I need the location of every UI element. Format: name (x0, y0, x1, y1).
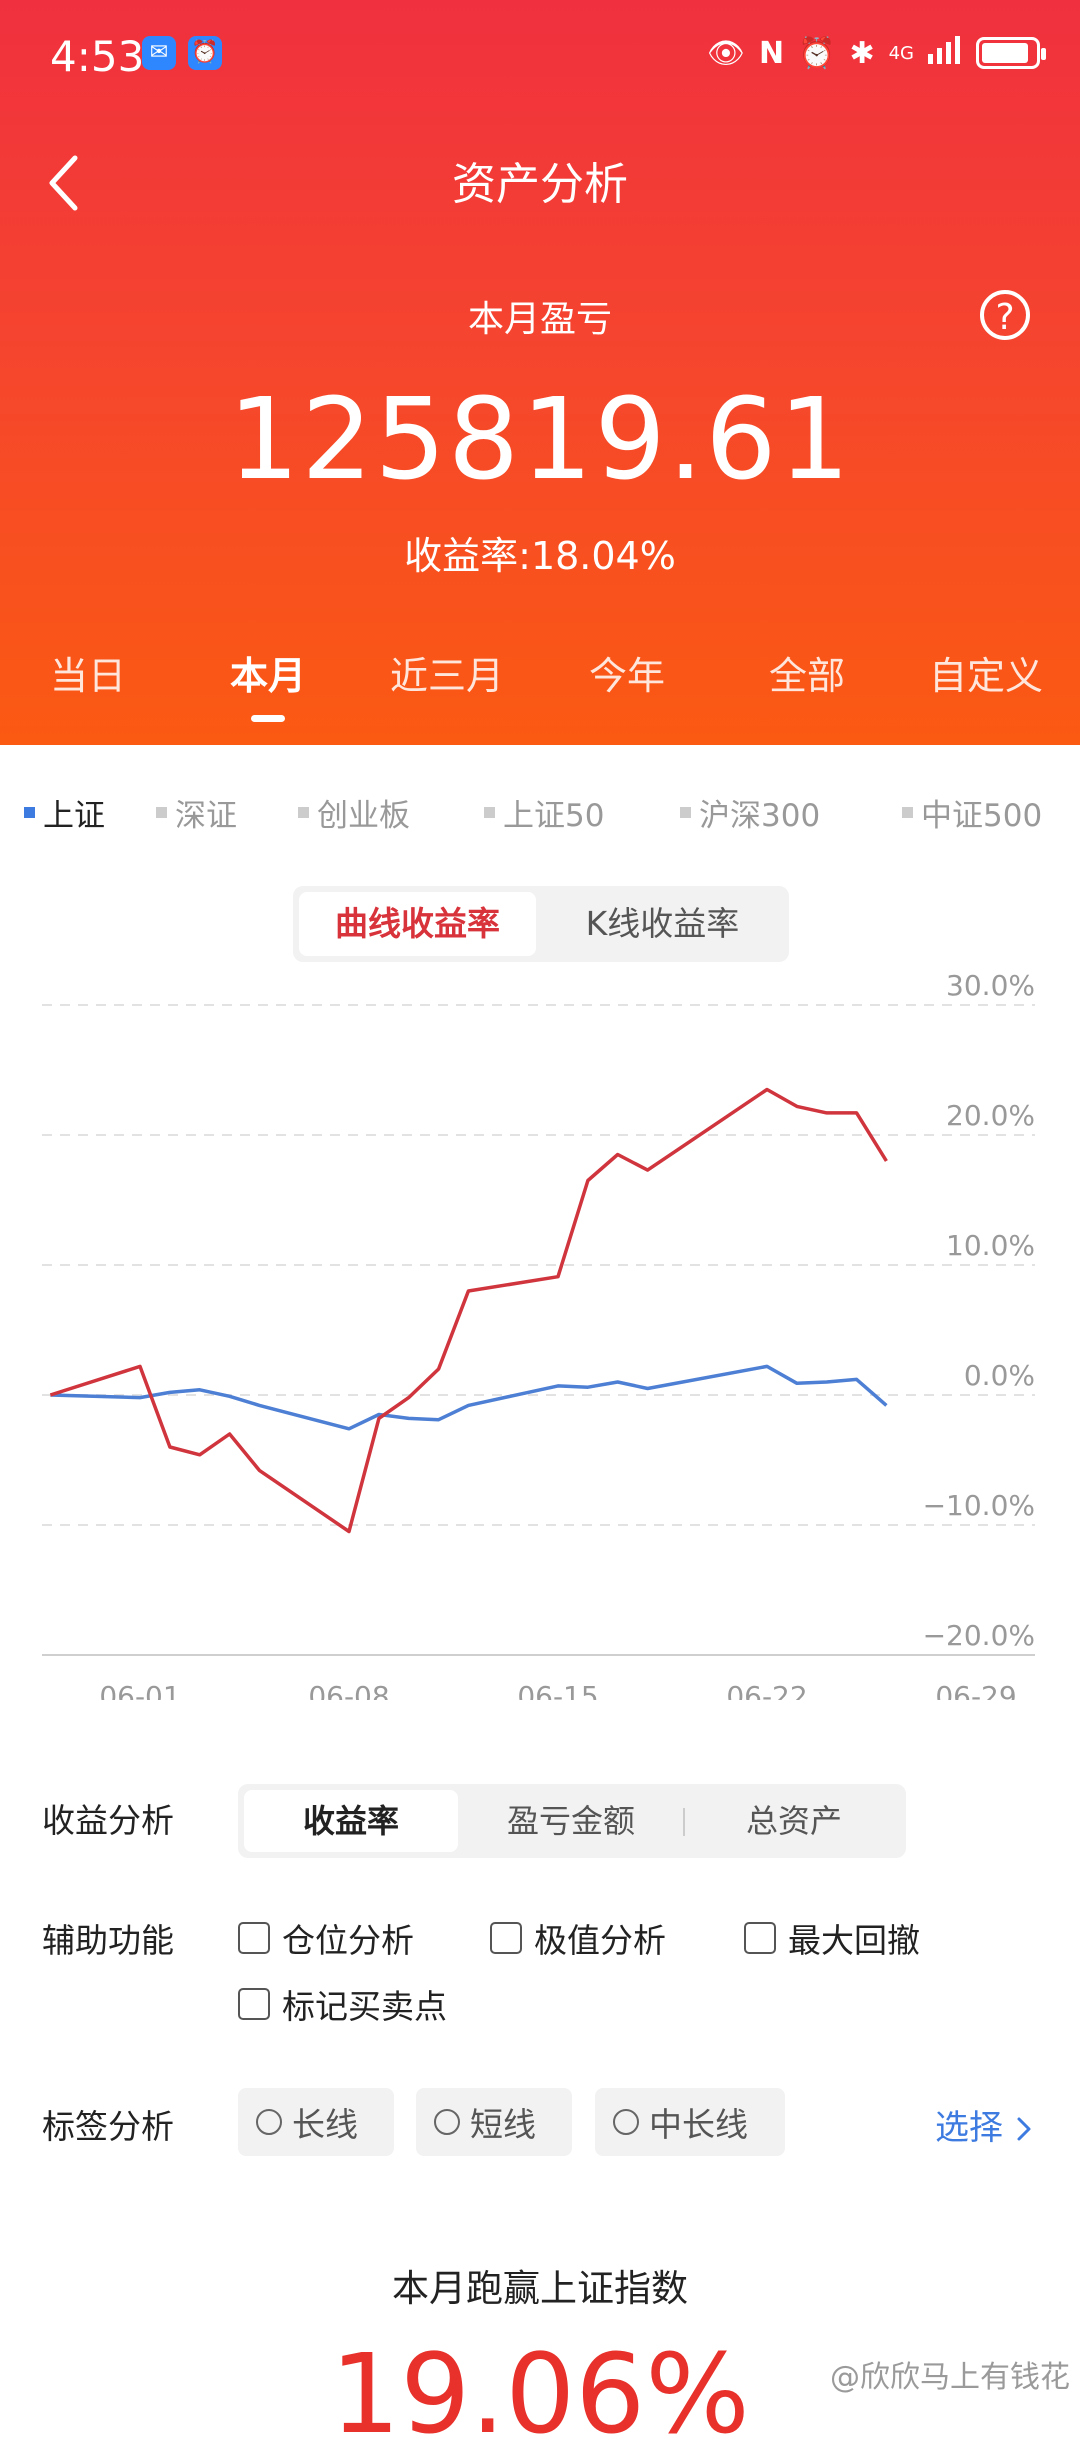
checkbox-mark-trades[interactable]: 标记买卖点 (238, 1980, 447, 2028)
assist-label: 辅助功能 (42, 1921, 174, 1960)
select-label: 选择 (935, 2108, 1003, 2148)
checkbox-box (490, 1922, 522, 1954)
legend-chinext[interactable]: 创业板 (298, 790, 410, 835)
tab-all[interactable]: 全部 (769, 645, 845, 700)
return-chart: 30.0% 20.0% 10.0% 0.0% −10.0% −20.0% 06-01 06-… (42, 969, 1035, 1700)
legend-dot (298, 807, 309, 818)
index-legend: 上证 深证 创业板 上证50 沪深300 中证500 (0, 790, 1080, 834)
monthly-pnl-label: 本月盈亏 (467, 299, 612, 340)
legend-label: 深证 (175, 798, 237, 834)
tab-this-month[interactable]: 本月 (230, 645, 306, 700)
checkbox-max-drawdown[interactable]: 最大回撤 (744, 1914, 920, 1962)
legend-dot (484, 807, 495, 818)
checkbox-box (238, 1922, 270, 1954)
page-title: 资产分析 (452, 159, 628, 210)
beat-index-title: 本月跑赢上证指数 (392, 2267, 688, 2310)
tab-today[interactable]: 当日 (50, 645, 126, 700)
y-tick-label: 10.0% (946, 1229, 1035, 1262)
alarm-notification-icon: ⏰ (188, 36, 222, 70)
checkbox-position-analysis[interactable]: 仓位分析 (238, 1914, 414, 1962)
return-rate: 收益率:18.04% (404, 534, 676, 578)
status-bar: 4:53 ✉ ⏰ 👁 N ⏰ ✱ 4G (0, 30, 1080, 90)
legend-label: 中证500 (921, 798, 1043, 834)
legend-sse[interactable]: 上证 (24, 790, 105, 835)
tag-label: 短线 (470, 2105, 536, 2144)
y-tick-label: −10.0% (923, 1489, 1035, 1522)
tag-long-term[interactable]: 长线 (238, 2088, 394, 2156)
checkbox-box (238, 1988, 270, 2020)
bluetooth-icon: ✱ (849, 35, 875, 71)
checkbox-label: 标记买卖点 (282, 1987, 447, 2026)
y-tick-label: 0.0% (964, 1359, 1035, 1392)
legend-label: 创业板 (317, 798, 410, 834)
legend-csi300[interactable]: 沪深300 (680, 790, 820, 835)
legend-dot (902, 807, 913, 818)
radio-icon (434, 2109, 460, 2135)
status-icons: 👁 N ⏰ ✱ 4G (706, 34, 1046, 72)
checkbox-label: 仓位分析 (282, 1921, 414, 1960)
kline-return-tab[interactable]: K线收益率 (542, 892, 783, 956)
battery-icon (976, 37, 1046, 69)
period-tabs: 当日 本月 近三月 今年 全部 自定义 (0, 645, 1080, 725)
network-label: 4G (888, 42, 914, 64)
legend-dot (24, 807, 35, 818)
header: 4:53 ✉ ⏰ 👁 N ⏰ ✱ 4G 资产分析 本月盈亏 ? 125819.6… (0, 0, 1080, 745)
checkbox-label: 最大回撤 (788, 1921, 920, 1960)
pnl-amount: 125819.61 (228, 375, 852, 505)
analysis-label: 收益分析 (42, 1801, 174, 1840)
nfc-icon: N (758, 35, 785, 71)
y-tick-label: 30.0% (946, 969, 1035, 1002)
curve-return-tab[interactable]: 曲线收益率 (299, 892, 536, 956)
legend-label: 沪深300 (699, 798, 821, 834)
tag-label: 中长线 (649, 2105, 748, 2144)
x-tick-label: 06-29 (935, 1680, 1016, 1700)
active-tab-indicator (251, 715, 285, 722)
segment-total-assets[interactable]: 总资产 (688, 1790, 900, 1852)
radio-icon (613, 2109, 639, 2135)
tag-short-term[interactable]: 短线 (416, 2088, 572, 2156)
segment-divider (683, 1808, 685, 1836)
chart-type-toggle: 曲线收益率 K线收益率 (293, 886, 789, 962)
y-tick-label: 20.0% (946, 1099, 1035, 1132)
checkbox-label: 极值分析 (534, 1921, 666, 1960)
tag-medium-long-term[interactable]: 中长线 (595, 2088, 785, 2156)
x-tick-label: 06-15 (517, 1680, 598, 1700)
tab-three-months[interactable]: 近三月 (390, 645, 504, 700)
signal-icon (928, 34, 962, 72)
status-time: 4:53 (50, 32, 145, 81)
segment-pnl-amount[interactable]: 盈亏金额 (464, 1790, 678, 1852)
legend-label: 上证 (43, 798, 105, 834)
tag-label: 长线 (292, 2105, 358, 2144)
tab-custom[interactable]: 自定义 (929, 645, 1043, 700)
x-tick-label: 06-01 (99, 1680, 180, 1700)
tags-label: 标签分析 (42, 2107, 174, 2146)
legend-dot (156, 807, 167, 818)
portfolio-return-line (49, 1087, 888, 1534)
x-tick-label: 06-22 (726, 1680, 807, 1700)
segment-return-rate[interactable]: 收益率 (244, 1790, 458, 1852)
legend-dot (680, 807, 691, 818)
watermark: @欣欣马上有钱花 (830, 2360, 1070, 2395)
help-icon[interactable]: ? (980, 290, 1030, 340)
x-tick-label: 06-08 (308, 1680, 389, 1700)
checkbox-box (744, 1922, 776, 1954)
eye-icon: 👁 (706, 35, 745, 71)
y-tick-label: −20.0% (923, 1619, 1035, 1652)
checkbox-extreme-analysis[interactable]: 极值分析 (490, 1914, 666, 1962)
radio-icon (256, 2109, 282, 2135)
message-notification-icon: ✉ (142, 36, 176, 70)
index-return-line (50, 1364, 888, 1431)
legend-sse50[interactable]: 上证50 (484, 790, 604, 835)
legend-csi500[interactable]: 中证500 (902, 790, 1042, 835)
legend-label: 上证50 (503, 798, 605, 834)
chevron-right-icon (1017, 2117, 1031, 2141)
legend-szse[interactable]: 深证 (156, 790, 237, 835)
analysis-segment: 收益率 盈亏金额 总资产 (238, 1784, 906, 1858)
select-tags-link[interactable]: 选择 (935, 2100, 1034, 2149)
tab-this-year[interactable]: 今年 (589, 645, 665, 700)
alarm-icon: ⏰ (798, 35, 836, 71)
